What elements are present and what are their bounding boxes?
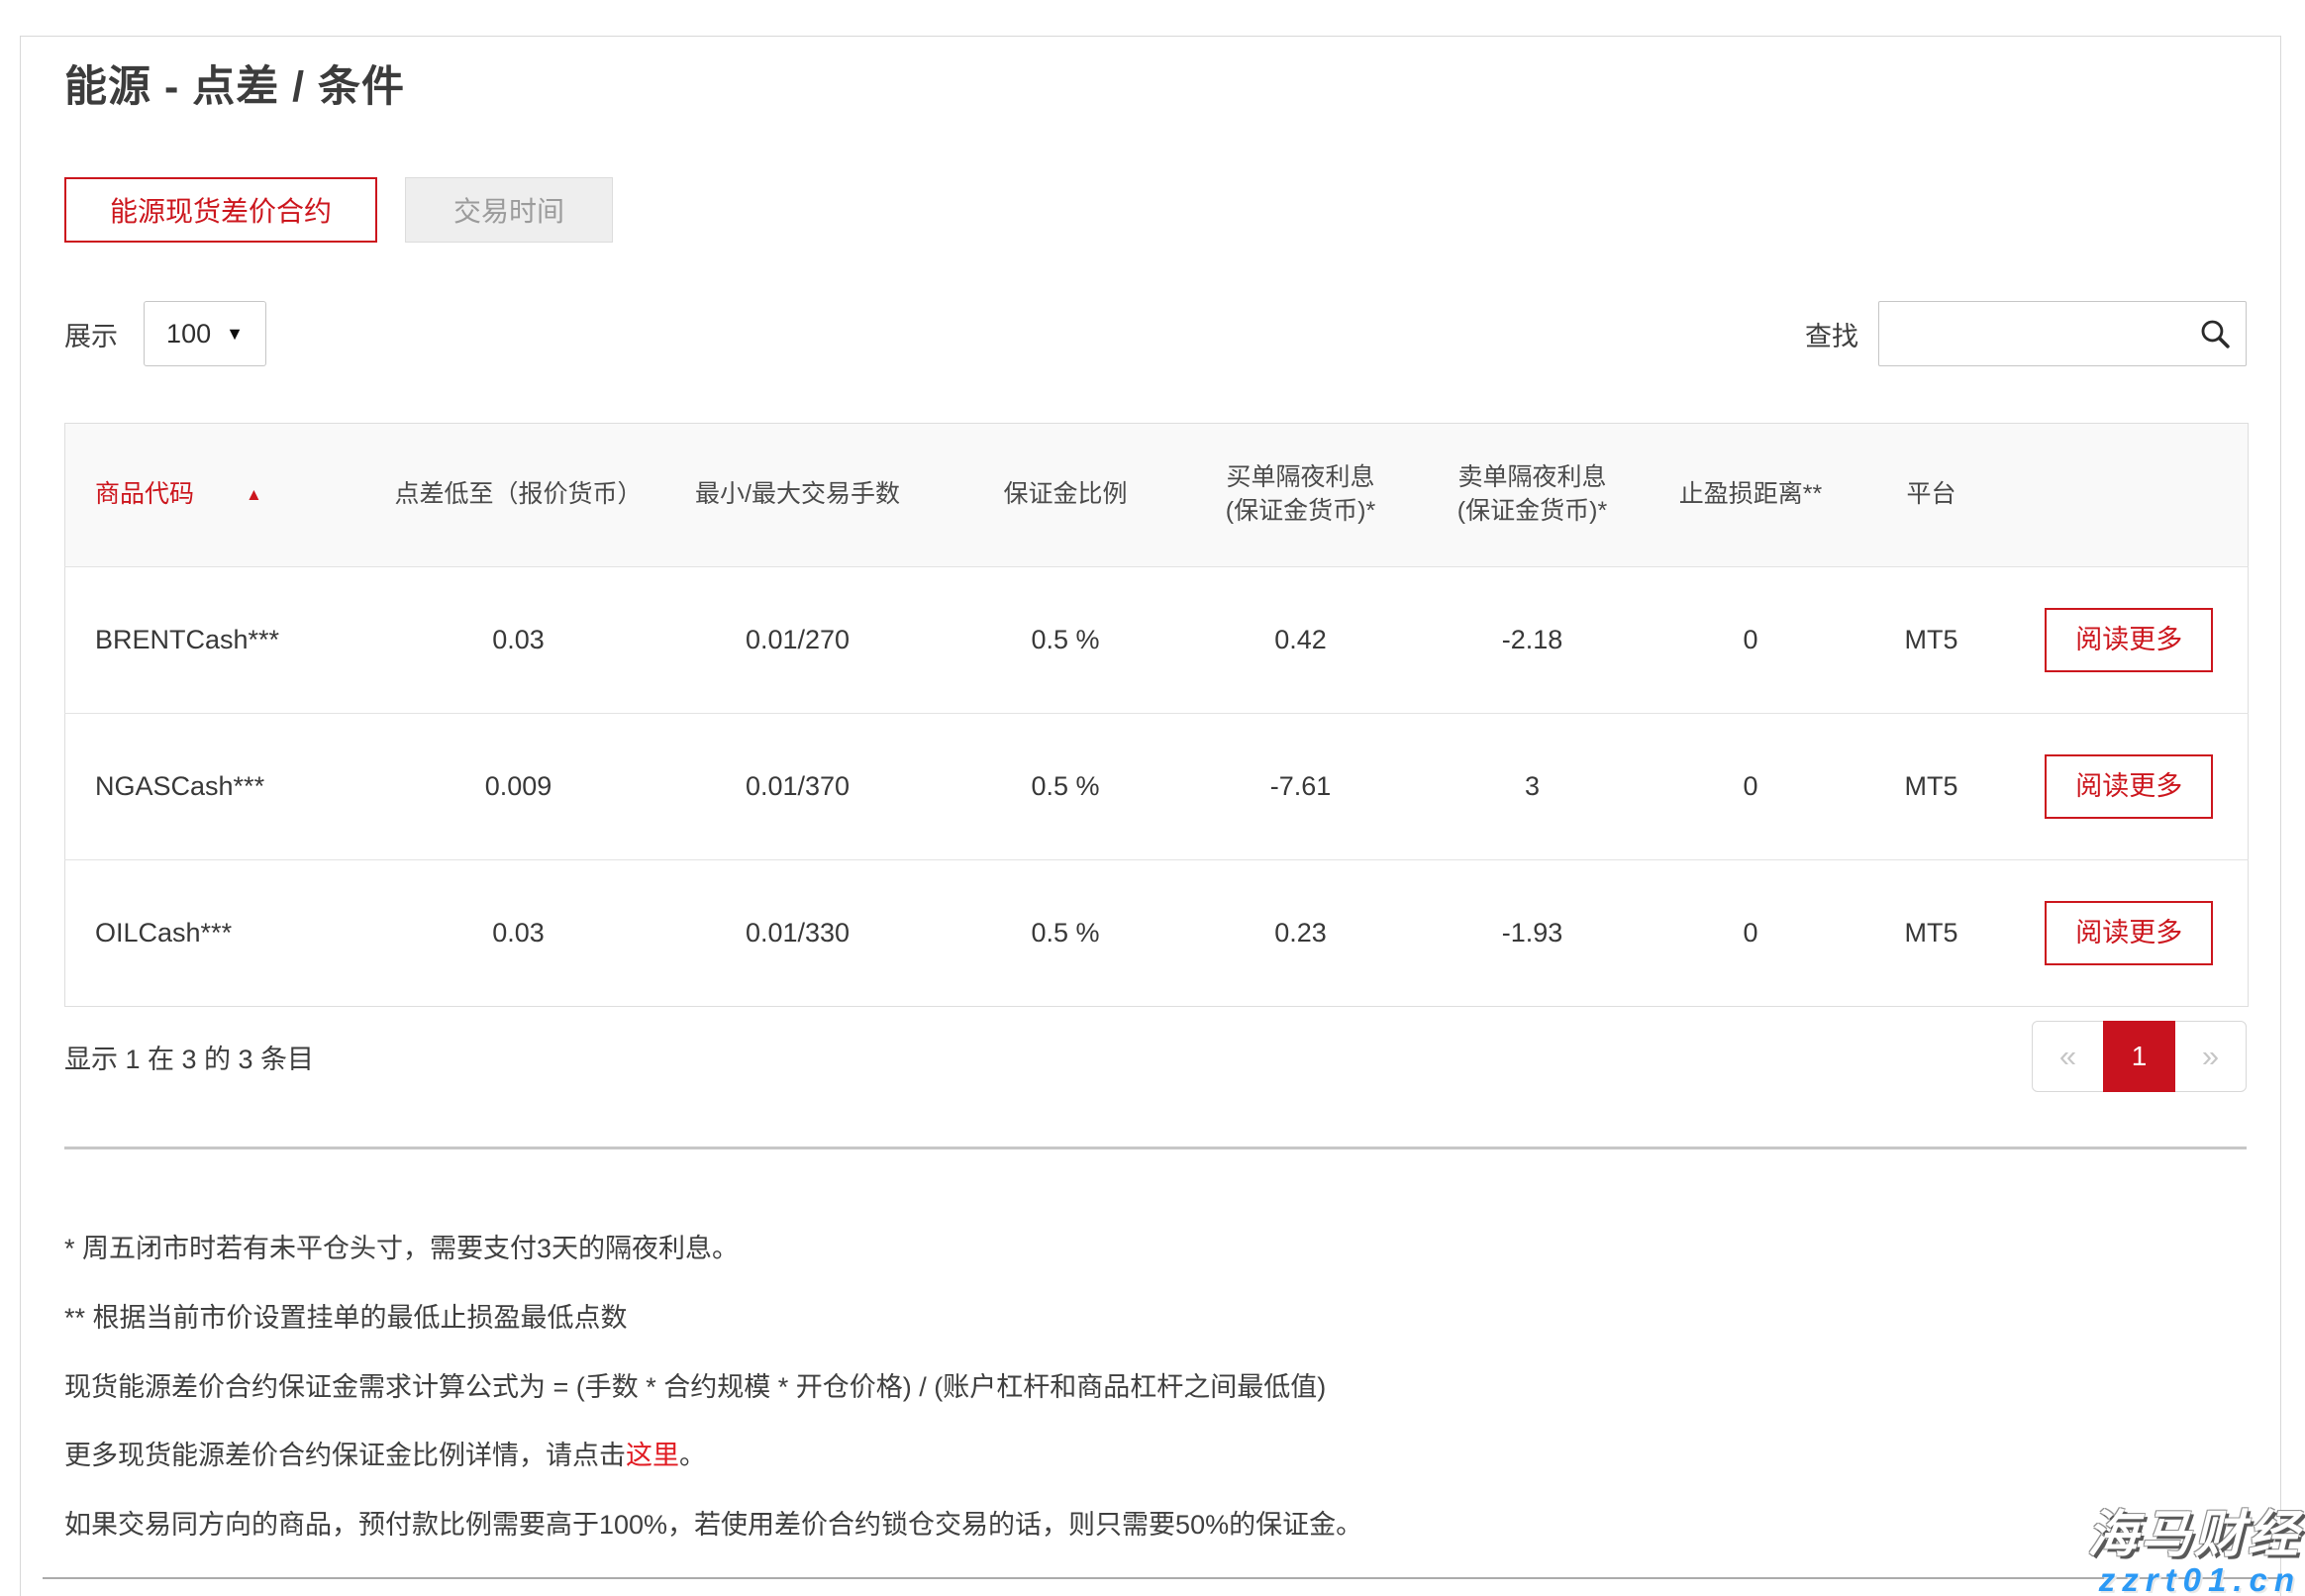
watermark-brand: 海马财经 bbox=[2087, 1509, 2301, 1559]
margin-cell: 0.5 % bbox=[946, 860, 1186, 1007]
divider bbox=[64, 1147, 2247, 1149]
swap-long-cell: 0.42 bbox=[1186, 567, 1416, 714]
watermark-site: zzrt01.cn bbox=[2087, 1563, 2301, 1596]
column-header-swap-long[interactable]: 买单隔夜利息 (保证金货币)* bbox=[1186, 424, 1416, 567]
tab-trading-hours[interactable]: 交易时间 bbox=[405, 177, 613, 243]
entries-summary: 显示 1 在 3 的 3 条目 bbox=[64, 1038, 314, 1076]
table-header-row: 商品代码▲ 点差低至（报价货币） 最小/最大交易手数 保证金比例 买单隔夜利息 … bbox=[65, 424, 2249, 567]
swap-short-cell: -2.18 bbox=[1416, 567, 1650, 714]
platform-cell: MT5 bbox=[1853, 714, 2011, 860]
tab-energy-spot-cfd[interactable]: 能源现货差价合约 bbox=[64, 177, 377, 243]
tab-bar: 能源现货差价合约 交易时间 bbox=[64, 177, 2247, 243]
content-panel: 能源 - 点差 / 条件 能源现货差价合约 交易时间 展示 100 ▼ 查找 bbox=[20, 36, 2281, 1596]
platform-cell: MT5 bbox=[1853, 860, 2011, 1007]
column-header-margin[interactable]: 保证金比例 bbox=[946, 424, 1186, 567]
page-size-control: 展示 100 ▼ bbox=[64, 301, 266, 366]
spread-cell: 0.03 bbox=[387, 567, 651, 714]
symbol-cell: BRENTCash*** bbox=[65, 567, 387, 714]
platform-cell: MT5 bbox=[1853, 567, 2011, 714]
stop-distance-cell: 0 bbox=[1650, 714, 1853, 860]
swap-short-cell: 3 bbox=[1416, 714, 1650, 860]
pagination: « 1 » bbox=[2032, 1021, 2247, 1092]
column-header-swap-short[interactable]: 卖单隔夜利息 (保证金货币)* bbox=[1416, 424, 1650, 567]
show-label: 展示 bbox=[64, 315, 118, 353]
footnote-hedged-margin: 如果交易同方向的商品，预付款比例需要高于100%，若使用差价合约锁仓交易的话，则… bbox=[64, 1509, 2247, 1543]
page-title: 能源 - 点差 / 条件 bbox=[64, 52, 2247, 114]
footnote-margin-details: 更多现货能源差价合约保证金比例详情，请点击这里。 bbox=[64, 1440, 2247, 1473]
search-box bbox=[1878, 301, 2247, 366]
table-row: OILCash*** 0.03 0.01/330 0.5 % 0.23 -1.9… bbox=[65, 860, 2249, 1007]
watermark: 海马财经 zzrt01.cn bbox=[2087, 1509, 2301, 1596]
footnotes: * 周五闭市时若有未平仓头寸，需要支付3天的隔夜利息。 ** 根据当前市价设置挂… bbox=[64, 1233, 2247, 1543]
page-size-dropdown[interactable]: 100 ▼ bbox=[144, 301, 266, 366]
swap-long-cell: -7.61 bbox=[1186, 714, 1416, 860]
column-header-spread[interactable]: 点差低至（报价货币） bbox=[387, 424, 651, 567]
read-more-button[interactable]: 阅读更多 bbox=[2045, 901, 2213, 965]
here-link[interactable]: 这里 bbox=[626, 1441, 679, 1470]
column-header-platform[interactable]: 平台 bbox=[1853, 424, 2011, 567]
margin-cell: 0.5 % bbox=[946, 567, 1186, 714]
page-size-value: 100 bbox=[166, 319, 211, 349]
symbol-cell: NGASCash*** bbox=[65, 714, 387, 860]
double-chevron-left-icon: « bbox=[2059, 1039, 2076, 1074]
swap-long-cell: 0.23 bbox=[1186, 860, 1416, 1007]
stop-distance-cell: 0 bbox=[1650, 567, 1853, 714]
search-label: 查找 bbox=[1805, 315, 1858, 353]
column-header-symbol[interactable]: 商品代码▲ bbox=[65, 424, 387, 567]
lots-cell: 0.01/330 bbox=[651, 860, 946, 1007]
spread-cell: 0.03 bbox=[387, 860, 651, 1007]
symbol-cell: OILCash*** bbox=[65, 860, 387, 1007]
column-header-stop-distance[interactable]: 止盈损距离** bbox=[1650, 424, 1853, 567]
search-control: 查找 bbox=[1805, 301, 2247, 366]
lots-cell: 0.01/370 bbox=[651, 714, 946, 860]
sort-ascending-icon: ▲ bbox=[246, 484, 262, 507]
bottom-divider bbox=[43, 1577, 2282, 1579]
footnote-margin-formula: 现货能源差价合约保证金需求计算公式为 = (手数 * 合约规模 * 开仓价格) … bbox=[64, 1371, 2247, 1405]
spread-cell: 0.009 bbox=[387, 714, 651, 860]
instruments-table: 商品代码▲ 点差低至（报价货币） 最小/最大交易手数 保证金比例 买单隔夜利息 … bbox=[64, 423, 2249, 1007]
table-row: BRENTCash*** 0.03 0.01/270 0.5 % 0.42 -2… bbox=[65, 567, 2249, 714]
read-more-button[interactable]: 阅读更多 bbox=[2045, 754, 2213, 819]
table-controls: 展示 100 ▼ 查找 bbox=[64, 301, 2247, 366]
pagination-prev-button[interactable]: « bbox=[2032, 1021, 2104, 1092]
stop-distance-cell: 0 bbox=[1650, 860, 1853, 1007]
footnote-stop-distance: ** 根据当前市价设置挂单的最低止损盈最低点数 bbox=[64, 1302, 2247, 1336]
column-header-actions bbox=[2011, 424, 2249, 567]
page: 能源 - 点差 / 条件 能源现货差价合约 交易时间 展示 100 ▼ 查找 bbox=[0, 0, 2305, 1596]
search-input[interactable] bbox=[1878, 301, 2247, 366]
pagination-next-button[interactable]: » bbox=[2174, 1021, 2247, 1092]
double-chevron-right-icon: » bbox=[2202, 1039, 2219, 1074]
column-header-lots[interactable]: 最小/最大交易手数 bbox=[651, 424, 946, 567]
pagination-page-1[interactable]: 1 bbox=[2103, 1021, 2175, 1092]
read-more-button[interactable]: 阅读更多 bbox=[2045, 608, 2213, 672]
table-footer: 显示 1 在 3 的 3 条目 « 1 » bbox=[64, 1019, 2247, 1094]
margin-cell: 0.5 % bbox=[946, 714, 1186, 860]
footnote-weekend-swap: * 周五闭市时若有未平仓头寸，需要支付3天的隔夜利息。 bbox=[64, 1233, 2247, 1266]
table-row: NGASCash*** 0.009 0.01/370 0.5 % -7.61 3… bbox=[65, 714, 2249, 860]
swap-short-cell: -1.93 bbox=[1416, 860, 1650, 1007]
search-icon bbox=[2197, 316, 2233, 356]
chevron-down-icon: ▼ bbox=[226, 324, 244, 345]
lots-cell: 0.01/270 bbox=[651, 567, 946, 714]
